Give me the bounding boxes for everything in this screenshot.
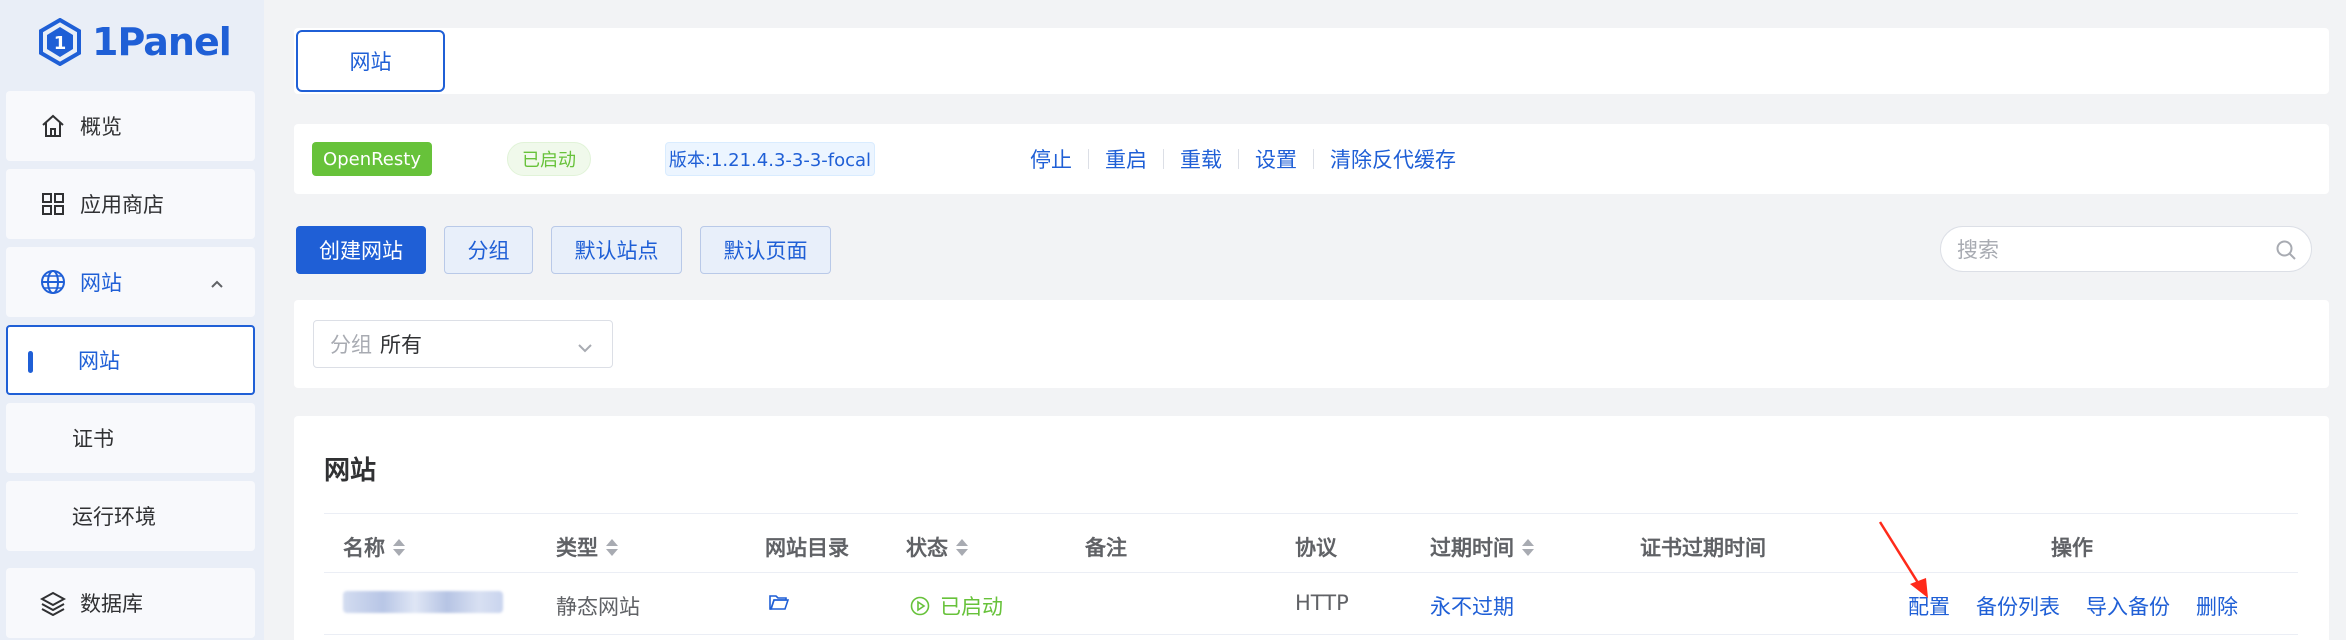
folder-open-icon[interactable]: [769, 593, 789, 611]
reload-button[interactable]: 重载: [1180, 144, 1222, 174]
divider: [1313, 149, 1314, 169]
group-filter-select[interactable]: 分组 所有: [313, 320, 613, 368]
play-circle-icon: [910, 596, 930, 616]
globe-icon: [38, 267, 68, 297]
tab-bar: [294, 28, 2329, 94]
divider: [1163, 149, 1164, 169]
restart-button[interactable]: 重启: [1105, 144, 1147, 174]
import-backup-button[interactable]: 导入备份: [2086, 591, 2170, 621]
sidebar-subitem-runtime[interactable]: 运行环境: [6, 481, 255, 551]
chevron-down-icon: [576, 337, 594, 361]
sidebar-item-overview[interactable]: 概览: [6, 91, 255, 161]
clear-proxy-cache-button[interactable]: 清除反代缓存: [1330, 144, 1456, 174]
filter-value: 所有: [380, 333, 422, 357]
column-header-actions: 操作: [2051, 536, 2093, 560]
search-placeholder: 搜索: [1957, 238, 1999, 262]
table-title: 网站: [324, 456, 377, 486]
active-indicator: [28, 351, 33, 373]
service-actions: 停止 重启 重载 设置 清除反代缓存: [1030, 144, 1456, 174]
home-icon: [38, 111, 68, 141]
column-header-protocol: 协议: [1295, 536, 1337, 560]
sidebar-item-label: 概览: [80, 115, 122, 139]
grid-icon: [38, 189, 68, 219]
annotation-arrow-icon: [1878, 521, 1928, 598]
sidebar-item-label: 数据库: [80, 592, 143, 616]
logo-icon: 1: [39, 18, 81, 66]
sidebar: 1 1Panel 概览 应用商店 网站 网站 证书 运行环境 数据库: [0, 0, 264, 640]
sort-icon[interactable]: [956, 538, 968, 556]
sidebar-item-label: 证书: [72, 427, 114, 451]
settings-button[interactable]: 设置: [1255, 144, 1297, 174]
column-header-type[interactable]: 类型: [556, 532, 618, 562]
column-label: 过期时间: [1430, 536, 1514, 560]
chevron-up-icon: [209, 273, 225, 297]
website-type: 静态网站: [556, 595, 640, 619]
expire-link[interactable]: 永不过期: [1430, 591, 1514, 621]
service-name-tag: OpenResty: [312, 142, 432, 176]
sidebar-item-label: 网站: [78, 349, 120, 373]
search-input[interactable]: 搜索: [1940, 226, 2312, 272]
sidebar-subitem-websites[interactable]: 网站: [6, 325, 255, 395]
group-button[interactable]: 分组: [444, 226, 533, 274]
backup-list-button[interactable]: 备份列表: [1976, 591, 2060, 621]
divider: [1238, 149, 1239, 169]
column-label: 类型: [556, 536, 598, 560]
table-row: 静态网站 已启动 HTTP 永不过期 配置 备份列表 导入备份 删除: [324, 573, 2298, 635]
sidebar-item-app-store[interactable]: 应用商店: [6, 169, 255, 239]
app-logo[interactable]: 1 1Panel: [38, 12, 232, 72]
divider: [1088, 149, 1089, 169]
table-header: 名称 类型 网站目录 状态 备注 协议 过期时间 证书过期时间 操作: [324, 513, 2298, 573]
column-header-site-dir: 网站目录: [765, 536, 849, 560]
version-tag: 版本:1.21.4.3-3-3-focal: [665, 142, 875, 176]
sort-icon[interactable]: [1522, 538, 1534, 556]
search-icon[interactable]: [2275, 239, 2297, 266]
sidebar-item-label: 应用商店: [80, 193, 164, 217]
create-website-button[interactable]: 创建网站: [296, 226, 426, 274]
delete-button[interactable]: 删除: [2196, 591, 2238, 621]
sidebar-item-websites[interactable]: 网站: [6, 247, 255, 317]
sidebar-item-label: 运行环境: [72, 505, 156, 529]
default-page-button[interactable]: 默认页面: [700, 226, 831, 274]
sidebar-item-label: 网站: [80, 271, 122, 295]
sidebar-subitem-certificates[interactable]: 证书: [6, 403, 255, 473]
sort-icon[interactable]: [393, 538, 405, 556]
sidebar-item-database[interactable]: 数据库: [6, 568, 255, 638]
row-actions: 配置 备份列表 导入备份 删除: [1908, 591, 2238, 621]
sort-icon[interactable]: [606, 538, 618, 556]
stop-button[interactable]: 停止: [1030, 144, 1072, 174]
protocol: HTTP: [1295, 591, 1349, 615]
status-running[interactable]: 已启动: [910, 591, 1003, 621]
column-header-status[interactable]: 状态: [906, 532, 968, 562]
logo-text: 1Panel: [92, 20, 232, 64]
tab-websites[interactable]: 网站: [296, 30, 445, 92]
redacted-domain: [343, 591, 503, 613]
website-name-link[interactable]: [343, 591, 503, 613]
column-label: 名称: [343, 536, 385, 560]
column-header-cert-expire: 证书过期时间: [1640, 536, 1766, 560]
layers-icon: [38, 588, 68, 618]
column-header-name[interactable]: 名称: [343, 532, 405, 562]
svg-text:1: 1: [54, 33, 67, 54]
default-site-button[interactable]: 默认站点: [551, 226, 682, 274]
filter-label: 分组: [330, 333, 372, 357]
status-badge: 已启动: [507, 142, 591, 176]
column-label: 状态: [906, 536, 948, 560]
status-text: 已启动: [940, 595, 1003, 619]
column-header-remark: 备注: [1085, 536, 1127, 560]
column-header-expire[interactable]: 过期时间: [1430, 532, 1534, 562]
